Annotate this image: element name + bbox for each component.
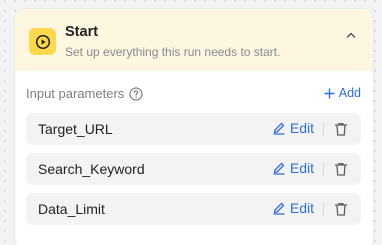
edit-label: Edit: [289, 200, 314, 216]
section-label-text: Input parameters: [26, 86, 125, 101]
pencil-icon: [273, 162, 285, 175]
param-row-data-limit[interactable]: Data_Limit Edit: [26, 193, 361, 225]
input-parameters-label: Input parameters: [26, 86, 143, 101]
param-name: Search_Keyword: [38, 161, 145, 177]
workflow-canvas[interactable]: Start Set up everything this run needs t…: [0, 0, 382, 245]
node-subtitle: Set up everything this run needs to star…: [65, 45, 281, 59]
param-name: Target_URL: [38, 121, 113, 137]
edit-param-button[interactable]: Edit: [272, 160, 314, 176]
collapse-button[interactable]: [343, 27, 359, 43]
edit-param-button[interactable]: Edit: [272, 120, 314, 136]
pencil-icon: [273, 202, 285, 215]
row-divider: [323, 122, 324, 136]
trash-icon[interactable]: [333, 121, 349, 137]
node-title: Start: [65, 24, 99, 40]
row-divider: [323, 162, 324, 176]
param-row-target-url[interactable]: Target_URL Edit: [26, 113, 361, 145]
add-parameter-button[interactable]: Add: [324, 86, 361, 100]
edit-label: Edit: [289, 160, 314, 176]
add-label: Add: [338, 86, 361, 100]
start-node-card[interactable]: Start Set up everything this run needs t…: [15, 9, 373, 245]
node-header: Start Set up everything this run needs t…: [15, 9, 373, 71]
plus-icon: [324, 87, 335, 99]
chevron-up-icon: [346, 32, 356, 38]
edit-label: Edit: [289, 120, 314, 136]
param-row-search-keyword[interactable]: Search_Keyword Edit: [26, 153, 361, 185]
help-circle-icon[interactable]: [129, 86, 143, 101]
play-circle-icon: [29, 28, 56, 55]
trash-icon[interactable]: [333, 201, 349, 217]
trash-icon[interactable]: [333, 161, 349, 177]
param-name: Data_Limit: [38, 201, 105, 217]
edit-param-button[interactable]: Edit: [272, 200, 314, 216]
pencil-icon: [273, 122, 285, 135]
row-divider: [323, 202, 324, 216]
